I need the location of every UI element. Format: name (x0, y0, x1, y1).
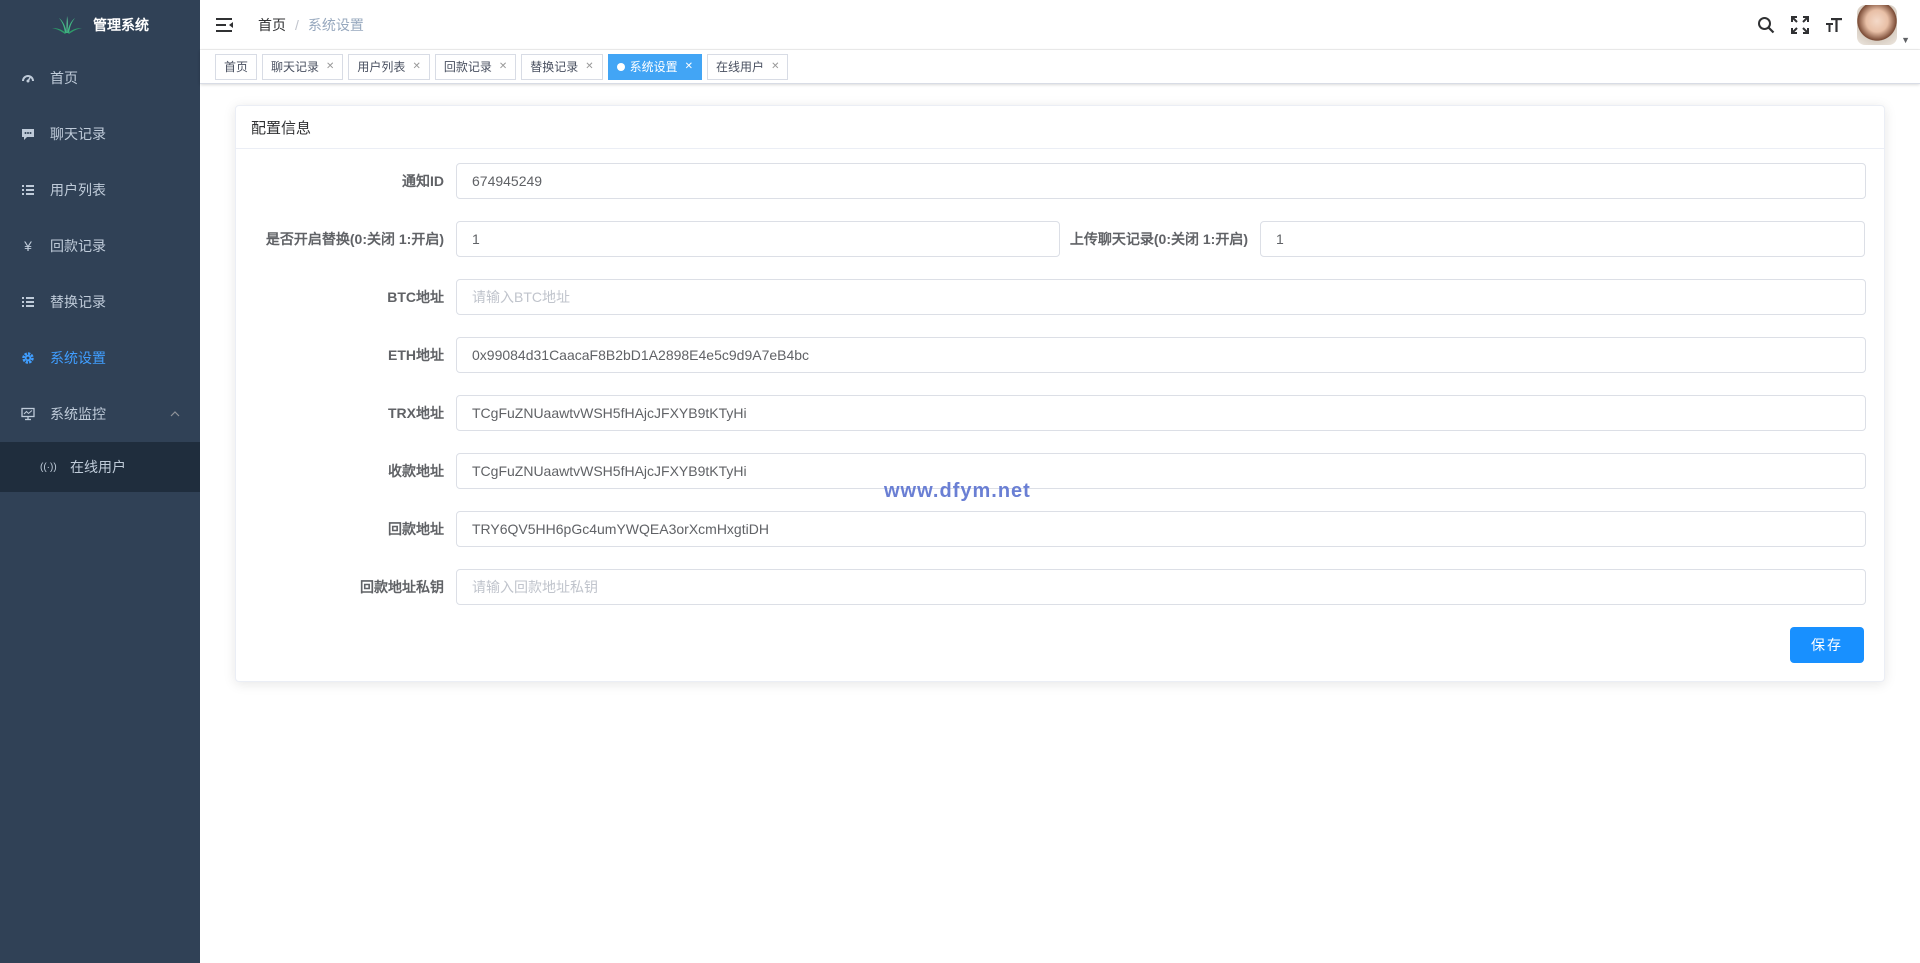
breadcrumb-home[interactable]: 首页 (258, 15, 286, 35)
nav-right: ▼ (1749, 0, 1920, 50)
tag-label: 系统设置 (629, 60, 678, 74)
btc-address-label: BTC地址 (387, 289, 444, 305)
sidebar-item-label: 用户列表 (50, 182, 106, 198)
refund-address-label: 回款地址 (388, 521, 444, 537)
close-icon[interactable]: ✕ (499, 61, 507, 72)
sidebar-item-chat[interactable]: 聊天记录 (0, 106, 200, 162)
fullscreen-icon (1791, 16, 1810, 34)
tag-chat[interactable]: 聊天记录 ✕ (262, 53, 344, 80)
tag-label: 替换记录 (530, 60, 579, 74)
sidebar-item-replacements[interactable]: 替换记录 (0, 274, 200, 330)
active-dot-icon (616, 62, 625, 71)
font-size-icon (1826, 18, 1843, 32)
navbar: 首页 / 系统设置 ▼ (200, 0, 1920, 50)
online-icon: ((·)) (40, 461, 57, 473)
form-row-btc: BTC地址 请输入BTC地址 (236, 279, 1866, 315)
logo[interactable]: 管理系统 (0, 0, 200, 50)
save-button[interactable]: 保存 (1790, 627, 1864, 663)
hamburger-button[interactable] (200, 0, 250, 50)
breadcrumb: 首页 / 系统设置 (258, 15, 364, 35)
replace-enabled-label: 是否开启替换(0:关闭 1:开启) (265, 231, 444, 247)
refund-key-input[interactable]: 请输入回款地址私钥 (456, 569, 1866, 605)
tag-settings[interactable]: 系统设置 ✕ (607, 53, 703, 80)
yen-icon: ¥ (24, 238, 32, 254)
config-card: 配置信息 通知ID 674945249 是否开启替换(0:关闭 1:开启) 1 … (235, 105, 1885, 682)
form-row-eth: ETH地址 0x99084d31CaacaF8B2bD1A2898E4e5c9d… (236, 337, 1866, 373)
form-row-trx: TRX地址 TCgFuZNUaawtvWSH5fHAjcJFXYB9tKTyHi (236, 395, 1866, 431)
watermark: www.dfym.net (884, 480, 1031, 502)
fullscreen-button[interactable] (1783, 0, 1817, 50)
sidebar-item-refunds[interactable]: ¥ 回款记录 (0, 218, 200, 274)
sidebar-item-label: 系统设置 (50, 350, 106, 366)
tag-refunds[interactable]: 回款记录 ✕ (434, 53, 517, 80)
sidebar-item-home[interactable]: 首页 (0, 50, 200, 106)
sidebar-subitem-online-users[interactable]: ((·)) 在线用户 (0, 442, 200, 492)
receive-address-input[interactable]: TCgFuZNUaawtvWSH5fHAjcJFXYB9tKTyHi (456, 453, 1866, 489)
sidebar-item-settings[interactable]: 系统设置 (0, 330, 200, 386)
receive-address-label: 收款地址 (388, 463, 444, 479)
tag-home[interactable]: 首页 (215, 53, 258, 80)
notify-id-input[interactable]: 674945249 (456, 163, 1866, 199)
search-icon (1758, 17, 1775, 34)
form-row-refund: 回款地址 TRY6QV5HH6pGc4umYWQEA3orXcmHxgtiDH (236, 511, 1866, 547)
tag-online-users[interactable]: 在线用户 ✕ (707, 53, 789, 80)
avatar[interactable] (1857, 5, 1898, 45)
tags-view: 首页 聊天记录 ✕ 用户列表 ✕ 回款记录 ✕ 替换记录 ✕ 系统设置 ✕ 在线… (200, 50, 1920, 84)
replace-enabled-input[interactable]: 1 (456, 221, 1060, 257)
close-icon[interactable]: ✕ (585, 61, 593, 72)
menu-fold-icon (216, 17, 233, 32)
form-row-switches: 是否开启替换(0:关闭 1:开启) 1 上传聊天记录(0:关闭 1:开启) 1 (236, 221, 1865, 257)
eth-address-input[interactable]: 0x99084d31CaacaF8B2bD1A2898E4e5c9d9A7eB4… (456, 337, 1866, 373)
caret-down-icon: ▼ (1901, 35, 1910, 45)
tag-label: 用户列表 (357, 60, 406, 74)
close-icon[interactable]: ✕ (326, 61, 334, 72)
form-row-refund-key: 回款地址私钥 请输入回款地址私钥 (236, 569, 1866, 605)
sidebar: 管理系统 首页 聊天记录 用户列表 ¥ 回款记录 替换记录 系统设置 系统监控 … (0, 0, 200, 963)
trx-address-label: TRX地址 (388, 405, 444, 421)
tag-label: 聊天记录 (271, 60, 320, 74)
list-icon (20, 294, 36, 310)
tag-label: 在线用户 (716, 60, 765, 74)
tag-label: 回款记录 (443, 60, 492, 74)
list-icon (20, 182, 36, 198)
dashboard-icon (20, 70, 36, 86)
sidebar-item-monitor[interactable]: 系统监控 (0, 386, 200, 442)
card-title: 配置信息 (236, 106, 1884, 149)
close-icon[interactable]: ✕ (771, 61, 779, 72)
user-menu[interactable]: ▼ (1857, 5, 1910, 45)
refund-address-input[interactable]: TRY6QV5HH6pGc4umYWQEA3orXcmHxgtiDH (456, 511, 1866, 547)
monitor-icon (20, 406, 36, 422)
chevron-up-icon (170, 408, 180, 420)
tag-replacements[interactable]: 替换记录 ✕ (521, 53, 603, 80)
font-size-button[interactable] (1817, 0, 1851, 50)
logo-icon (52, 16, 82, 34)
search-button[interactable] (1749, 0, 1783, 50)
sidebar-item-label: 回款记录 (50, 238, 106, 254)
trx-address-input[interactable]: TCgFuZNUaawtvWSH5fHAjcJFXYB9tKTyHi (456, 395, 1866, 431)
sidebar-item-label: 聊天记录 (50, 126, 106, 142)
eth-address-label: ETH地址 (388, 347, 444, 363)
upload-chat-label: 上传聊天记录(0:关闭 1:开启) (1069, 231, 1248, 247)
tag-label: 首页 (224, 60, 249, 74)
gear-icon (20, 350, 36, 366)
sidebar-item-label: 首页 (50, 70, 78, 86)
close-icon[interactable]: ✕ (685, 61, 693, 72)
chat-icon (20, 126, 36, 142)
breadcrumb-current: 系统设置 (307, 16, 364, 33)
upload-chat-input[interactable]: 1 (1260, 221, 1865, 257)
sidebar-item-label: 系统监控 (50, 406, 106, 422)
form-row-notify-id: 通知ID 674945249 (236, 163, 1866, 199)
app-title: 管理系统 (93, 17, 149, 33)
sidebar-item-label: 替换记录 (50, 294, 106, 310)
sidebar-subitem-label: 在线用户 (70, 459, 126, 475)
notify-id-label: 通知ID (402, 173, 444, 189)
tag-users[interactable]: 用户列表 ✕ (348, 53, 430, 80)
form-row-receive: 收款地址 TCgFuZNUaawtvWSH5fHAjcJFXYB9tKTyHi (236, 453, 1866, 489)
close-icon[interactable]: ✕ (412, 61, 420, 72)
sidebar-item-users[interactable]: 用户列表 (0, 162, 200, 218)
btc-address-input[interactable]: 请输入BTC地址 (456, 279, 1866, 315)
breadcrumb-separator: / (295, 16, 299, 33)
refund-key-label: 回款地址私钥 (360, 579, 444, 595)
